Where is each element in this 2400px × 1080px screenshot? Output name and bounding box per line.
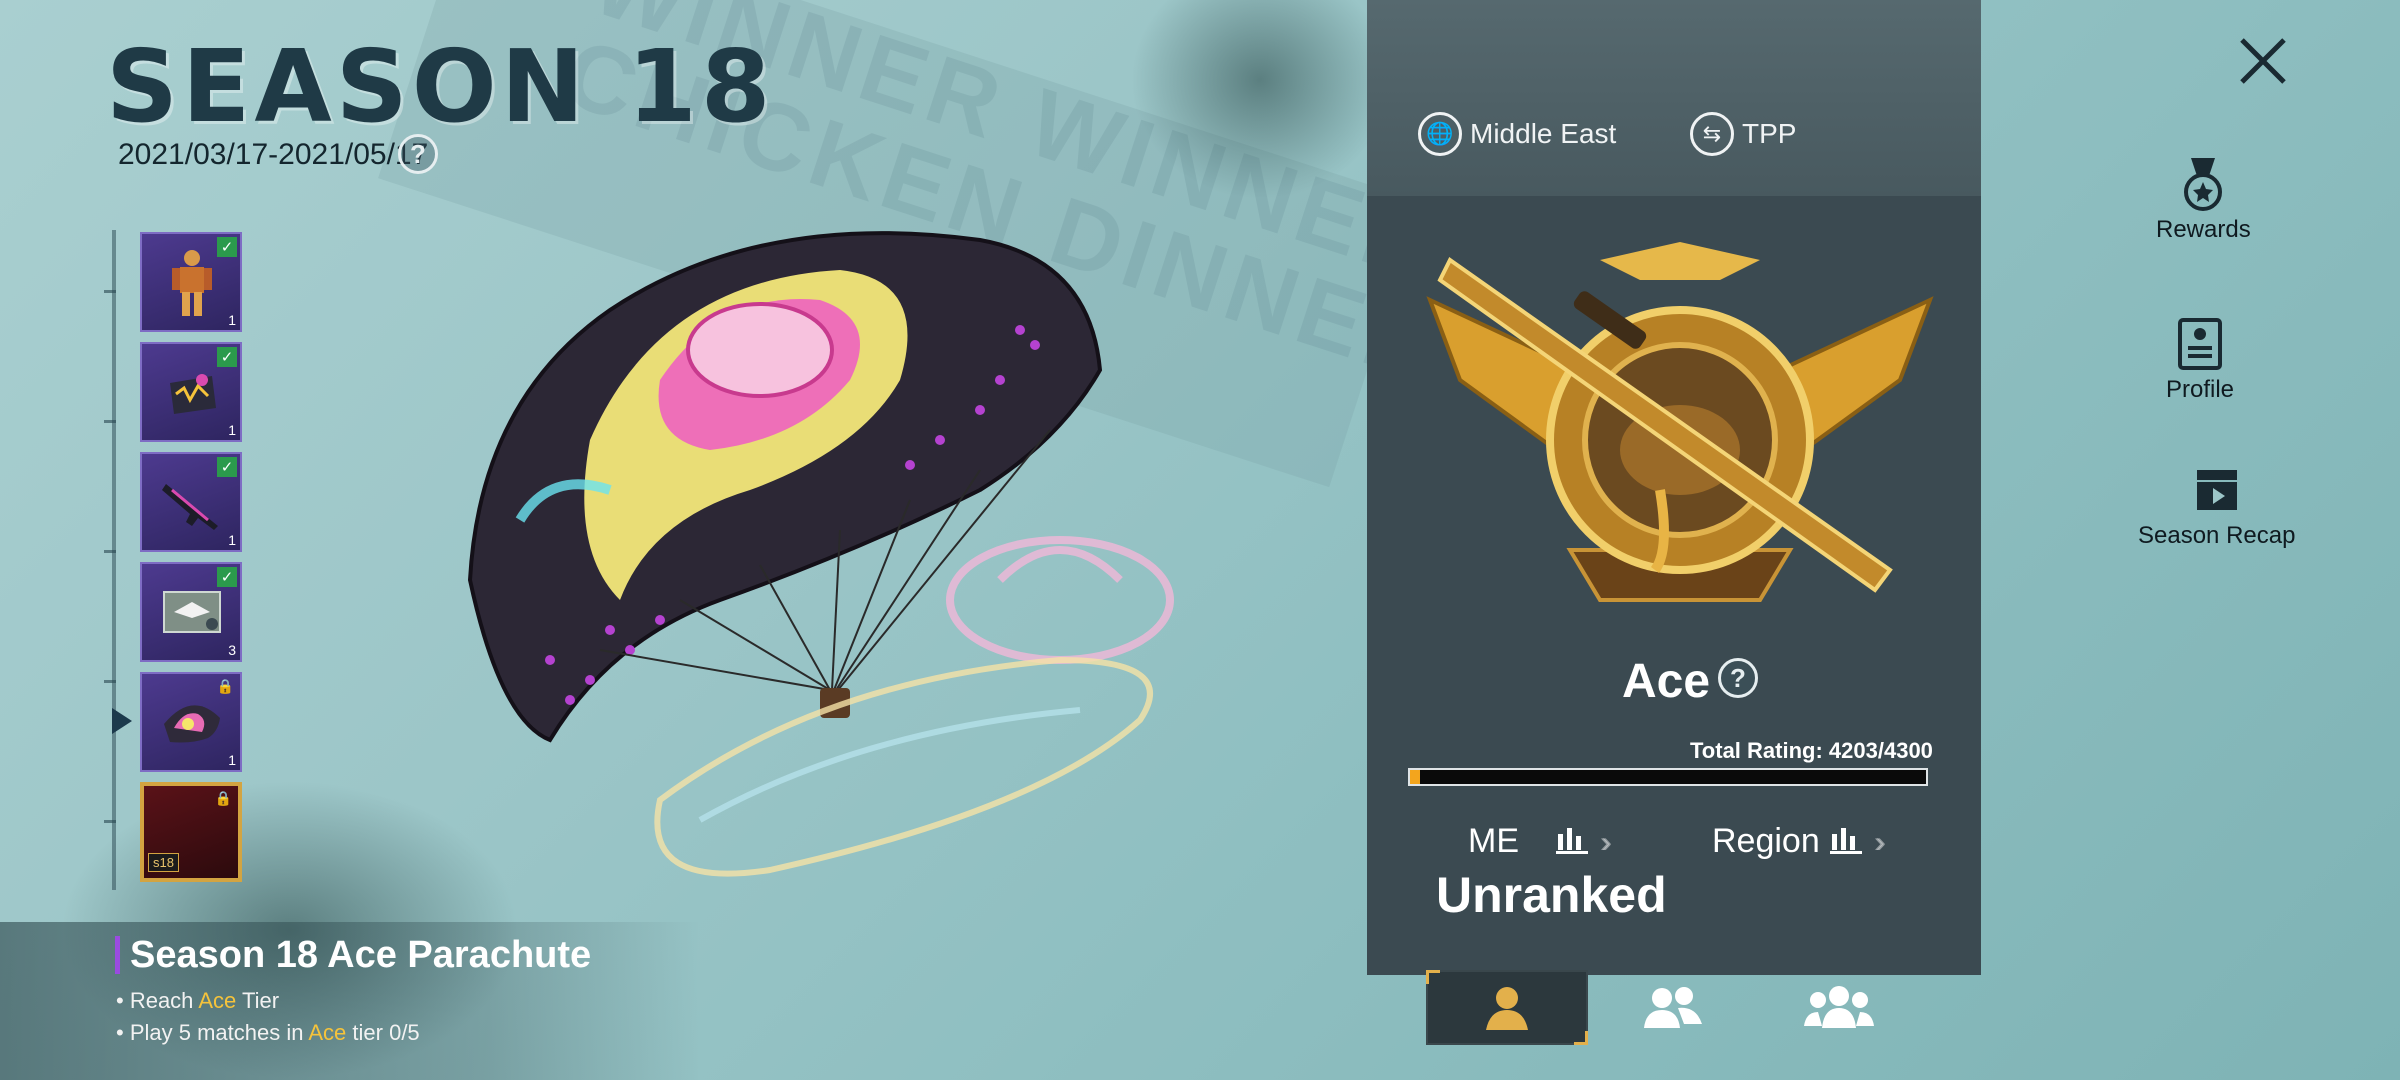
total-rating: Total Rating: 4203/4300 — [1690, 738, 1933, 763]
local-rank-label: ME — [1468, 822, 1519, 860]
season-recap-label: Season Recap — [2138, 522, 2296, 549]
ace-rank-badge — [1426, 242, 1934, 602]
reward-track-line — [112, 230, 116, 890]
rank-card-icon — [163, 591, 221, 633]
profile-card-icon — [2178, 318, 2223, 370]
season-dates: 2021/03/17-2021/05/17 — [118, 138, 429, 171]
item-name: Season 18 Ace Parachute — [130, 934, 592, 976]
leaderboard-icon[interactable] — [1830, 826, 1864, 854]
rank-help-icon[interactable]: ? — [1718, 658, 1758, 698]
gun-skin-icon — [162, 484, 218, 530]
parachute-icon — [164, 705, 220, 743]
track-tick — [104, 550, 116, 553]
profile-button[interactable]: Profile — [2166, 316, 2234, 404]
region-rank-label: Region — [1712, 822, 1820, 860]
neon-ufo-art — [654, 536, 1174, 877]
tab-duo[interactable] — [1592, 970, 1754, 1045]
rating-progress-fill — [1410, 770, 1421, 784]
reward-item-outfit[interactable]: ✓ 1 — [140, 232, 242, 332]
claimed-check-icon: ✓ — [217, 567, 237, 587]
tab-solo[interactable] — [1426, 970, 1588, 1045]
mode-selector[interactable]: ⇆ TPP — [1690, 112, 1796, 156]
s18-logo-art — [686, 302, 834, 398]
duo-icon — [1644, 986, 1702, 1028]
rewards-button[interactable]: Rewards — [2156, 156, 2251, 244]
track-tick — [104, 820, 116, 823]
rank-header — [1367, 0, 1981, 196]
track-tick — [104, 680, 116, 683]
reward-count: 1 — [228, 752, 236, 768]
item-accent-bar — [115, 936, 120, 974]
profile-label: Profile — [2166, 376, 2235, 403]
outfit-icon — [172, 250, 212, 316]
clapperboard-icon — [2196, 470, 2237, 510]
tab-squad[interactable] — [1758, 970, 1920, 1045]
claimed-check-icon: ✓ — [217, 237, 237, 257]
reward-item-parachute[interactable]: 🔒 1 — [140, 672, 242, 772]
close-icon[interactable] — [2236, 34, 2290, 88]
frame-tag: s18 — [148, 853, 179, 872]
season-title: SEASON 18 — [106, 28, 775, 145]
squad-icon — [1804, 985, 1874, 1028]
reward-count: 3 — [228, 642, 236, 658]
claimed-check-icon: ✓ — [217, 457, 237, 477]
chevron-right-icon[interactable]: ›› — [1600, 826, 1612, 860]
reward-count: 1 — [228, 312, 236, 328]
season-recap-button[interactable]: Season Recap — [2138, 462, 2295, 550]
reward-item-avatar-frame[interactable]: 🔒 s18 — [140, 782, 242, 882]
lock-icon: 🔒 — [214, 790, 232, 806]
requirement-1: • Reach Ace Tier — [116, 988, 280, 1013]
rewards-label: Rewards — [2156, 216, 2251, 243]
reward-item-rank-card[interactable]: ✓ 3 — [140, 562, 242, 662]
rank-tier-name: Ace — [1622, 655, 1711, 708]
reward-item-gun-skin[interactable]: ✓ 1 — [140, 452, 242, 552]
track-tick — [104, 290, 116, 293]
reward-count: 1 — [228, 422, 236, 438]
claimed-check-icon: ✓ — [217, 347, 237, 367]
requirement-2: • Play 5 matches in Ace tier 0/5 — [116, 1020, 420, 1045]
leaderboard-icon[interactable] — [1556, 826, 1590, 854]
rank-standing: Unranked — [1436, 867, 1667, 923]
chevron-right-icon[interactable]: ›› — [1874, 826, 1886, 860]
lock-icon: 🔒 — [216, 678, 234, 694]
backpack-skin-icon — [170, 374, 216, 414]
swap-icon: ⇆ — [1690, 112, 1734, 156]
region-selector[interactable]: 🌐 Middle East — [1418, 112, 1616, 156]
reward-item-backpack[interactable]: ✓ 1 — [140, 342, 242, 442]
season-help-icon[interactable]: ? — [398, 134, 438, 174]
medal-icon — [2184, 158, 2223, 211]
current-position-pointer-icon — [112, 708, 132, 734]
track-tick — [104, 420, 116, 423]
region-label: Middle East — [1470, 118, 1617, 149]
globe-icon: 🌐 — [1418, 112, 1462, 156]
rating-progress-bar — [1408, 768, 1928, 786]
mode-label: TPP — [1742, 118, 1797, 149]
solo-icon — [1486, 986, 1528, 1030]
reward-count: 1 — [228, 532, 236, 548]
